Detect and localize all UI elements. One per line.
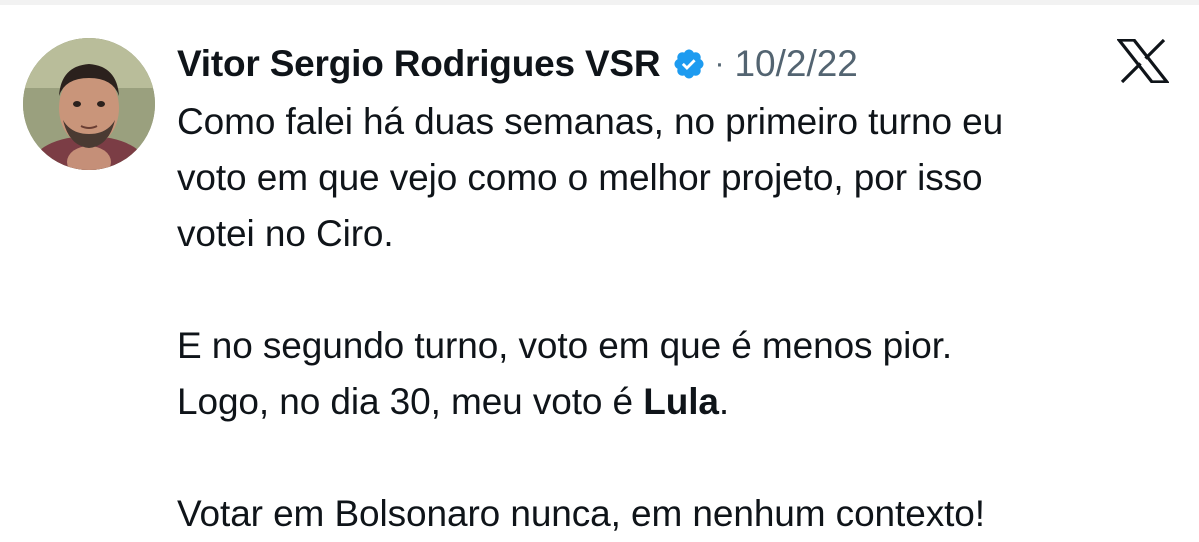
tweet-date[interactable]: 10/2/22 [734,43,857,85]
tweet-line: E no segundo turno, voto em que é menos … [177,325,953,366]
tweet-line: Votar em Bolsonaro nunca, em nenhum cont… [177,493,985,534]
tweet-line: voto em que vejo como o melhor projeto, … [177,157,983,198]
avatar-photo [23,38,155,170]
tweet-line-text: Logo, no dia 30, meu voto é [177,381,644,422]
separator-dot: · [714,47,725,80]
verified-badge-icon [672,47,706,81]
tweet-line-punct: . [718,381,730,422]
author-name[interactable]: Vitor Sergio Rodrigues VSR [177,43,661,85]
tweet-line: Como falei há duas semanas, no primeiro … [177,101,1004,142]
tweet-line: votei no Ciro. [177,213,394,254]
x-logo-icon[interactable] [1115,38,1171,84]
avatar[interactable] [23,38,155,170]
tweet-header: Vitor Sergio Rodrigues VSR · 10/2/22 [177,34,858,94]
tweet-text: Como falei há duas semanas, no primeiro … [177,94,1187,542]
bold-name: Lula [643,381,719,422]
tweet-line: Logo, no dia 30, meu voto é Lula. [177,374,1187,430]
